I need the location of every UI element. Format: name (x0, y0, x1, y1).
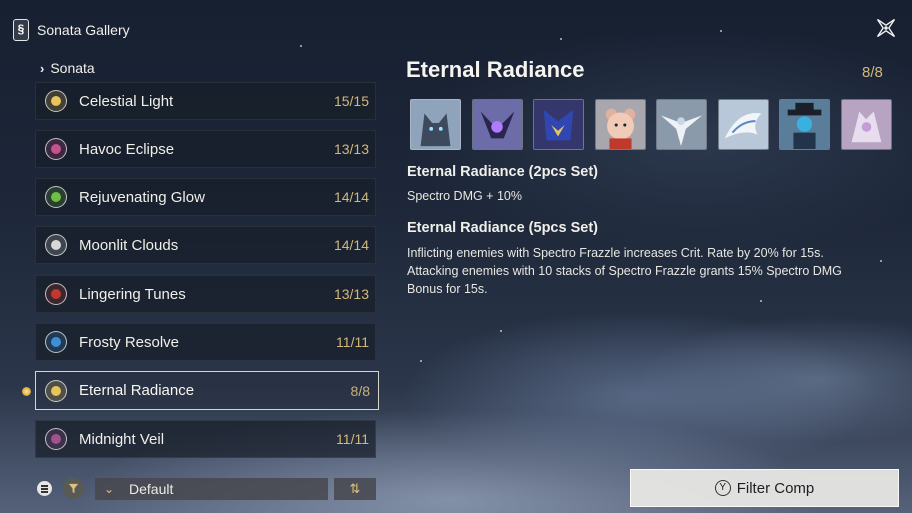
echo-bear-icon[interactable] (594, 99, 646, 150)
star (760, 300, 762, 302)
star (420, 360, 422, 362)
sonata-gallery-logo-icon: § (13, 19, 29, 41)
filter-comp-label: Filter Comp (736, 479, 815, 497)
sonata-count: 11/11 (336, 431, 369, 447)
echo-white-bird-icon[interactable] (656, 99, 707, 150)
sonata-name: Frosty Resolve (79, 333, 180, 351)
sonata-name: Rejuvenating Glow (79, 188, 205, 206)
close-button[interactable] (872, 14, 900, 42)
set5-effect-line1: Inflicting enemies with Spectro Frazzle … (407, 246, 824, 260)
filter-funnel-icon (68, 483, 79, 494)
snowflake-icon (45, 331, 67, 353)
sonata-item-eternal-radiance[interactable]: Eternal Radiance 8/8 (35, 371, 379, 410)
sort-value: Default (129, 481, 174, 497)
crossed-swords-icon (45, 283, 67, 305)
sonata-count: 11/11 (336, 334, 369, 350)
sort-order-icon: ⇅ (349, 481, 361, 496)
sonata-item-midnight-veil[interactable]: Midnight Veil 11/11 (35, 420, 376, 458)
sonata-count: 13/13 (333, 141, 369, 157)
star (300, 45, 302, 47)
list-menu-button[interactable] (37, 481, 52, 496)
vortex-icon (45, 138, 67, 160)
set5-effect-line2: Attacking enemies with 10 stacks of Spec… (407, 264, 842, 278)
set5-effect-line3: Bonus for 15s. (407, 282, 488, 296)
sonata-count: 14/14 (333, 237, 369, 253)
close-icon (876, 18, 896, 38)
echo-hat-figure-icon[interactable] (779, 99, 830, 150)
sonata-name: Lingering Tunes (79, 285, 186, 303)
sonata-item-lingering-tunes[interactable]: Lingering Tunes 13/13 (35, 275, 376, 313)
detail-count: 8/8 (862, 64, 883, 81)
sonata-item-frosty-resolve[interactable]: Frosty Resolve 11/11 (35, 323, 376, 361)
sonata-name: Celestial Light (79, 92, 174, 110)
page-title: Sonata Gallery (37, 22, 130, 38)
breadcrumb[interactable]: › Sonata (40, 60, 95, 76)
cloud-icon (45, 234, 67, 256)
echo-spectro-beast-icon[interactable] (533, 99, 584, 150)
star (720, 30, 722, 32)
set2-effect: Spectro DMG + 10% (407, 189, 522, 203)
sonata-name: Moonlit Clouds (79, 236, 179, 254)
sonata-name: Havoc Eclipse (79, 140, 175, 158)
echo-white-dragon-icon[interactable] (717, 99, 769, 150)
sonata-item-havoc-eclipse[interactable]: Havoc Eclipse 13/13 (35, 130, 376, 168)
selection-indicator (22, 387, 31, 396)
sonata-item-rejuvenating-glow[interactable]: Rejuvenating Glow 14/14 (35, 178, 376, 216)
sonata-name: Midnight Veil (79, 430, 165, 448)
echo-lilac-figure-icon[interactable] (840, 99, 892, 150)
star (500, 330, 502, 332)
set2-title: Eternal Radiance (2pcs Set) (407, 164, 598, 180)
star (560, 38, 562, 40)
sonata-count: 15/15 (333, 93, 369, 109)
sonata-count: 14/14 (333, 189, 369, 205)
breadcrumb-label: Sonata (50, 60, 95, 76)
sonata-count: 8/8 (350, 382, 370, 399)
y-key-icon: Y (714, 480, 731, 496)
sonata-item-moonlit-clouds[interactable]: Moonlit Clouds 14/14 (35, 226, 376, 264)
detail-title: Eternal Radiance (406, 57, 585, 82)
sonata-name: Eternal Radiance (79, 382, 195, 399)
sun-icon (45, 90, 67, 112)
echo-list (410, 99, 892, 150)
sonata-count: 13/13 (333, 286, 369, 302)
radiance-icon (45, 379, 67, 402)
sort-order-button[interactable]: ⇅ (334, 478, 376, 500)
chevron-right-icon: › (40, 60, 45, 76)
sonata-item-celestial-light[interactable]: Celestial Light 15/15 (35, 82, 376, 120)
chevron-down-icon: ⌄ (103, 482, 115, 496)
veil-icon (45, 428, 67, 450)
heal-cross-icon (45, 186, 67, 208)
echo-mech-eye-icon[interactable] (471, 99, 523, 150)
set5-title: Eternal Radiance (5pcs Set) (407, 220, 598, 236)
sort-dropdown[interactable]: ⌄ Default (95, 478, 328, 500)
filter-comp-button[interactable]: Y Filter Comp (630, 469, 899, 507)
echo-wolf-icon[interactable] (410, 99, 461, 150)
filter-button[interactable] (63, 478, 84, 499)
